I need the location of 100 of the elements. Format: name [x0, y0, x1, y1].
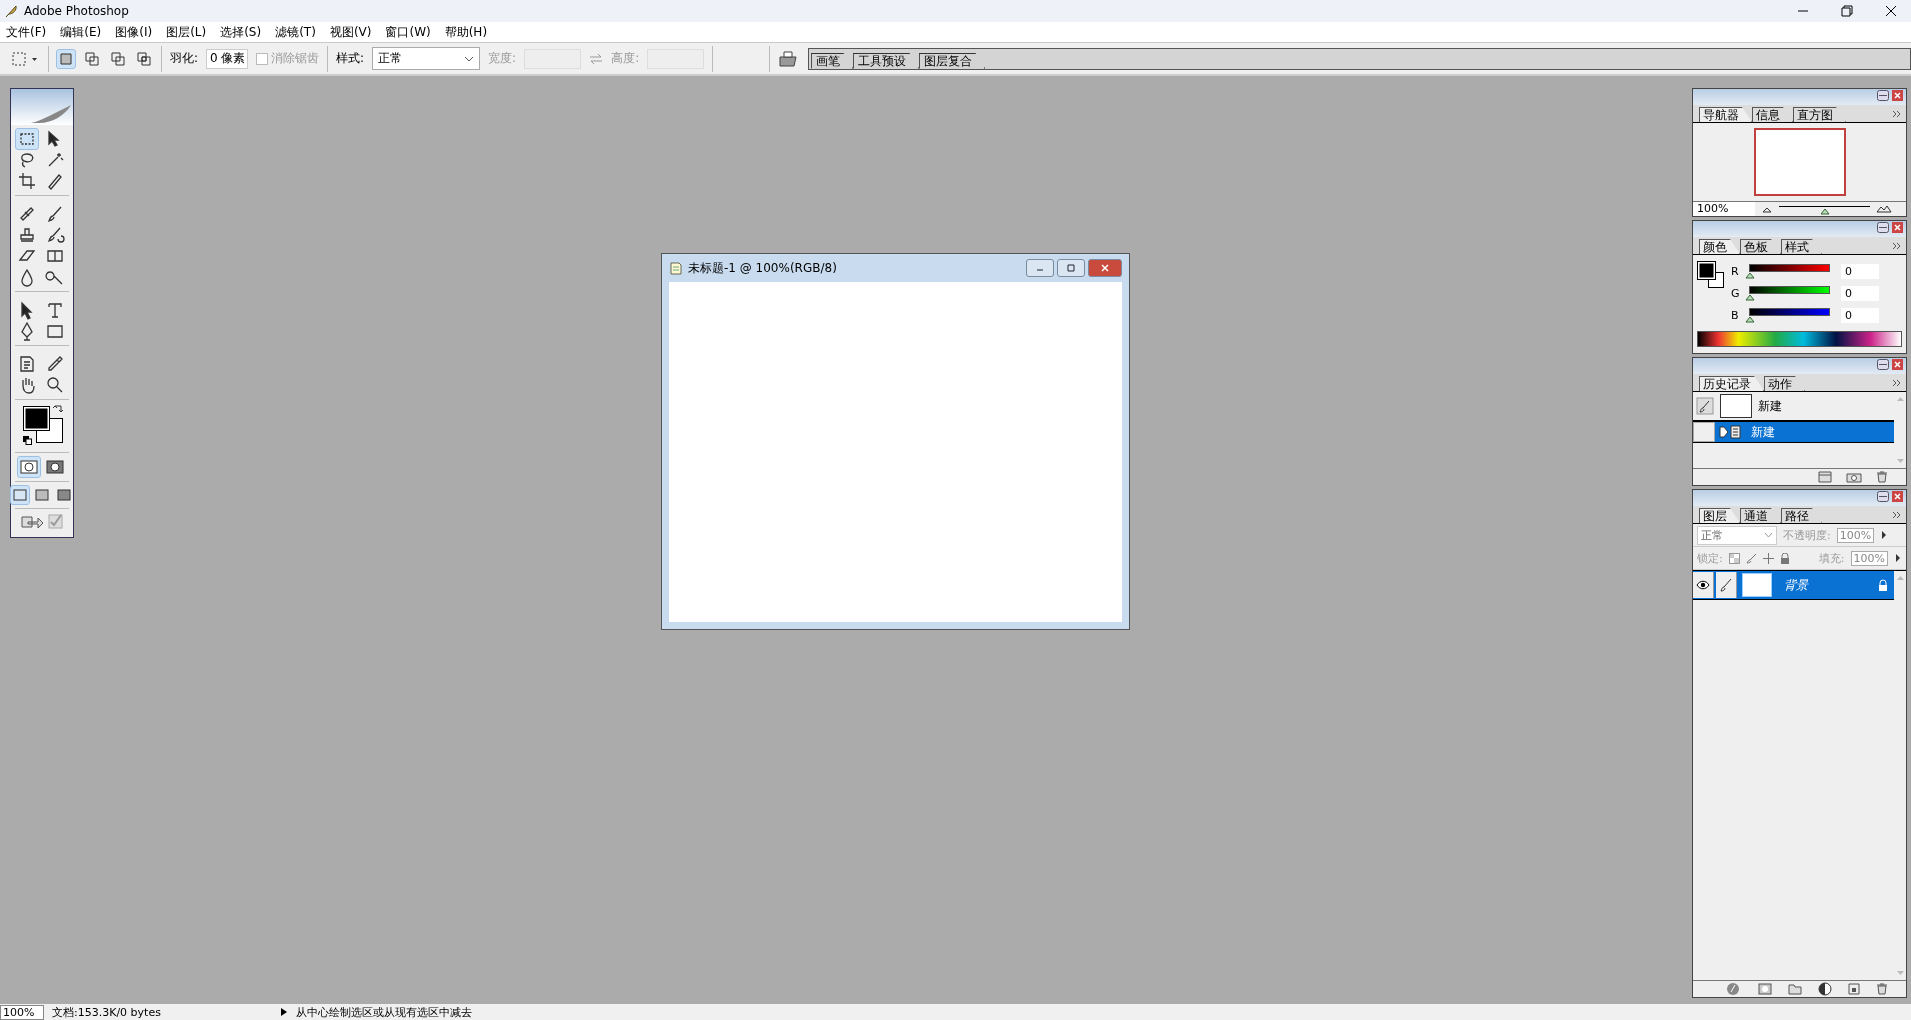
panel-tab[interactable]: 历史记录 — [1699, 376, 1764, 391]
panel-tab[interactable]: 颜色 — [1699, 239, 1740, 254]
close-icon[interactable] — [1885, 5, 1897, 17]
blend-mode-dropdown[interactable]: 正常 — [1697, 525, 1777, 545]
selection-mode-icon[interactable] — [83, 49, 101, 68]
channel-value-field[interactable]: 0 — [1841, 285, 1879, 301]
channel-value-field[interactable]: 0 — [1841, 307, 1879, 323]
zoom-out-icon[interactable] — [1761, 205, 1773, 213]
panel-tab[interactable]: 直方图 — [1793, 107, 1846, 122]
crop-tool-icon[interactable] — [16, 171, 38, 191]
new-document-icon[interactable] — [1818, 471, 1832, 483]
color-swatches-icon[interactable] — [23, 406, 63, 444]
move-arrows-icon[interactable] — [1762, 552, 1774, 564]
half-circle-icon[interactable] — [1818, 982, 1832, 996]
arrow-right-icon[interactable] — [1880, 529, 1889, 541]
zoom-field[interactable]: 100% — [1693, 202, 1755, 216]
marquee-tool-icon[interactable] — [16, 129, 38, 149]
color-spectrum-bar[interactable] — [1697, 331, 1902, 347]
standard-mode-icon[interactable] — [18, 457, 40, 477]
panel-menu-icon[interactable] — [1892, 378, 1902, 387]
zoom-in-icon[interactable] — [1876, 205, 1892, 213]
status-zoom-field[interactable]: 100% — [0, 1004, 44, 1020]
brush-icon[interactable] — [1745, 552, 1757, 564]
style-dropdown[interactable]: 正常 — [372, 47, 481, 70]
play-arrow-icon[interactable] — [280, 1007, 288, 1017]
selection-mode-icon[interactable] — [109, 49, 127, 68]
trash-icon[interactable] — [1876, 471, 1888, 483]
new-layer-icon[interactable] — [1848, 983, 1860, 995]
panel-tab[interactable]: 信息 — [1752, 107, 1793, 122]
selection-mode-icon[interactable] — [57, 49, 75, 68]
menu-item[interactable]: 选择(S) — [220, 23, 262, 41]
folder-icon[interactable] — [1788, 983, 1802, 995]
screen-mode-icon[interactable] — [33, 486, 51, 504]
collapse-icon[interactable] — [1877, 359, 1889, 370]
snapshot-label[interactable]: 新建 — [1758, 397, 1782, 415]
style-label: 样式: — [336, 50, 365, 67]
screen-mode-icon[interactable] — [11, 486, 29, 504]
panel-menu-icon[interactable] — [1892, 241, 1902, 250]
zoom-slider[interactable] — [1779, 205, 1870, 216]
collapse-icon[interactable] — [1877, 491, 1889, 502]
panel-tab[interactable]: 图层 — [1699, 508, 1740, 523]
menu-item[interactable]: 编辑(E) — [60, 23, 102, 41]
jump-to-app-icon[interactable] — [20, 513, 44, 531]
selection-mode-icon[interactable] — [135, 49, 153, 68]
palette-well-tab[interactable]: 工具预设 — [853, 52, 920, 69]
history-brush-source-icon[interactable] — [1696, 397, 1714, 415]
menu-item[interactable]: 图像(I) — [115, 23, 153, 41]
channel-label: G — [1731, 286, 1739, 300]
menu-item[interactable]: 滤镜(T) — [275, 23, 316, 41]
channel-slider[interactable] — [1745, 307, 1831, 323]
lock-transparency-icon[interactable] — [1728, 552, 1740, 564]
menu-item[interactable]: 图层(L) — [166, 23, 207, 41]
feather-logo-icon — [4, 4, 18, 18]
slider-thumb[interactable] — [1819, 207, 1830, 215]
panel-tab[interactable]: 路径 — [1781, 508, 1822, 523]
maximize-button[interactable] — [1057, 259, 1085, 277]
panel-tab[interactable]: 通道 — [1740, 508, 1781, 523]
layer-row[interactable]: 背景 — [1693, 571, 1894, 600]
lock-icon[interactable] — [1779, 552, 1790, 564]
history-state[interactable]: 新建 — [1693, 422, 1894, 443]
camera-icon[interactable] — [1846, 471, 1862, 483]
panel-tab[interactable]: 色板 — [1740, 239, 1781, 254]
eye-icon[interactable] — [1696, 580, 1710, 590]
menu-item[interactable]: 帮助(H) — [444, 23, 488, 41]
mask-icon[interactable] — [1758, 983, 1772, 995]
menu-item[interactable]: 文件(F) — [6, 23, 47, 41]
screen-mode-icon[interactable] — [55, 486, 73, 504]
fill-label: 填充: — [1818, 550, 1845, 566]
color-swatches-icon[interactable] — [1697, 261, 1725, 291]
menu-item[interactable]: 视图(V) — [329, 23, 372, 41]
trash-icon[interactable] — [1876, 983, 1888, 995]
panel-tab[interactable]: 导航器 — [1699, 107, 1752, 122]
rectangle-marquee-preset-icon[interactable] — [10, 49, 40, 68]
palette-well-tab[interactable]: 画笔 — [811, 52, 854, 69]
slider-thumb[interactable] — [1745, 293, 1755, 301]
link-icon[interactable] — [1726, 982, 1742, 996]
close-button[interactable] — [1088, 259, 1122, 277]
panel-tab[interactable]: 样式 — [1781, 239, 1822, 254]
palette-well-tab[interactable]: 图层复合 — [919, 52, 986, 69]
checkmark-icon[interactable] — [48, 513, 64, 529]
quick-mask-icon[interactable] — [44, 457, 66, 477]
panel-menu-icon[interactable] — [1892, 510, 1902, 519]
minimize-button[interactable] — [1026, 259, 1054, 277]
fill-field[interactable]: 100% — [1850, 550, 1888, 566]
panel-menu-icon[interactable] — [1892, 109, 1902, 118]
collapse-icon[interactable] — [1877, 90, 1889, 101]
menu-item[interactable]: 窗口(W) — [385, 23, 431, 41]
channel-slider[interactable] — [1745, 285, 1831, 301]
default-colors-icon[interactable] — [23, 436, 32, 445]
slider-thumb[interactable] — [1745, 271, 1755, 279]
opacity-field[interactable]: 100% — [1836, 527, 1875, 543]
channel-slider[interactable] — [1745, 263, 1831, 279]
arrow-right-icon[interactable] — [1894, 552, 1902, 564]
swap-colors-icon[interactable] — [53, 404, 63, 414]
close-icon — [1100, 264, 1110, 272]
slider-thumb[interactable] — [1745, 315, 1755, 323]
panel-tab[interactable]: 动作 — [1764, 376, 1805, 391]
restore-icon[interactable] — [1841, 5, 1853, 17]
collapse-icon[interactable] — [1877, 222, 1889, 233]
channel-value-field[interactable]: 0 — [1841, 263, 1879, 279]
